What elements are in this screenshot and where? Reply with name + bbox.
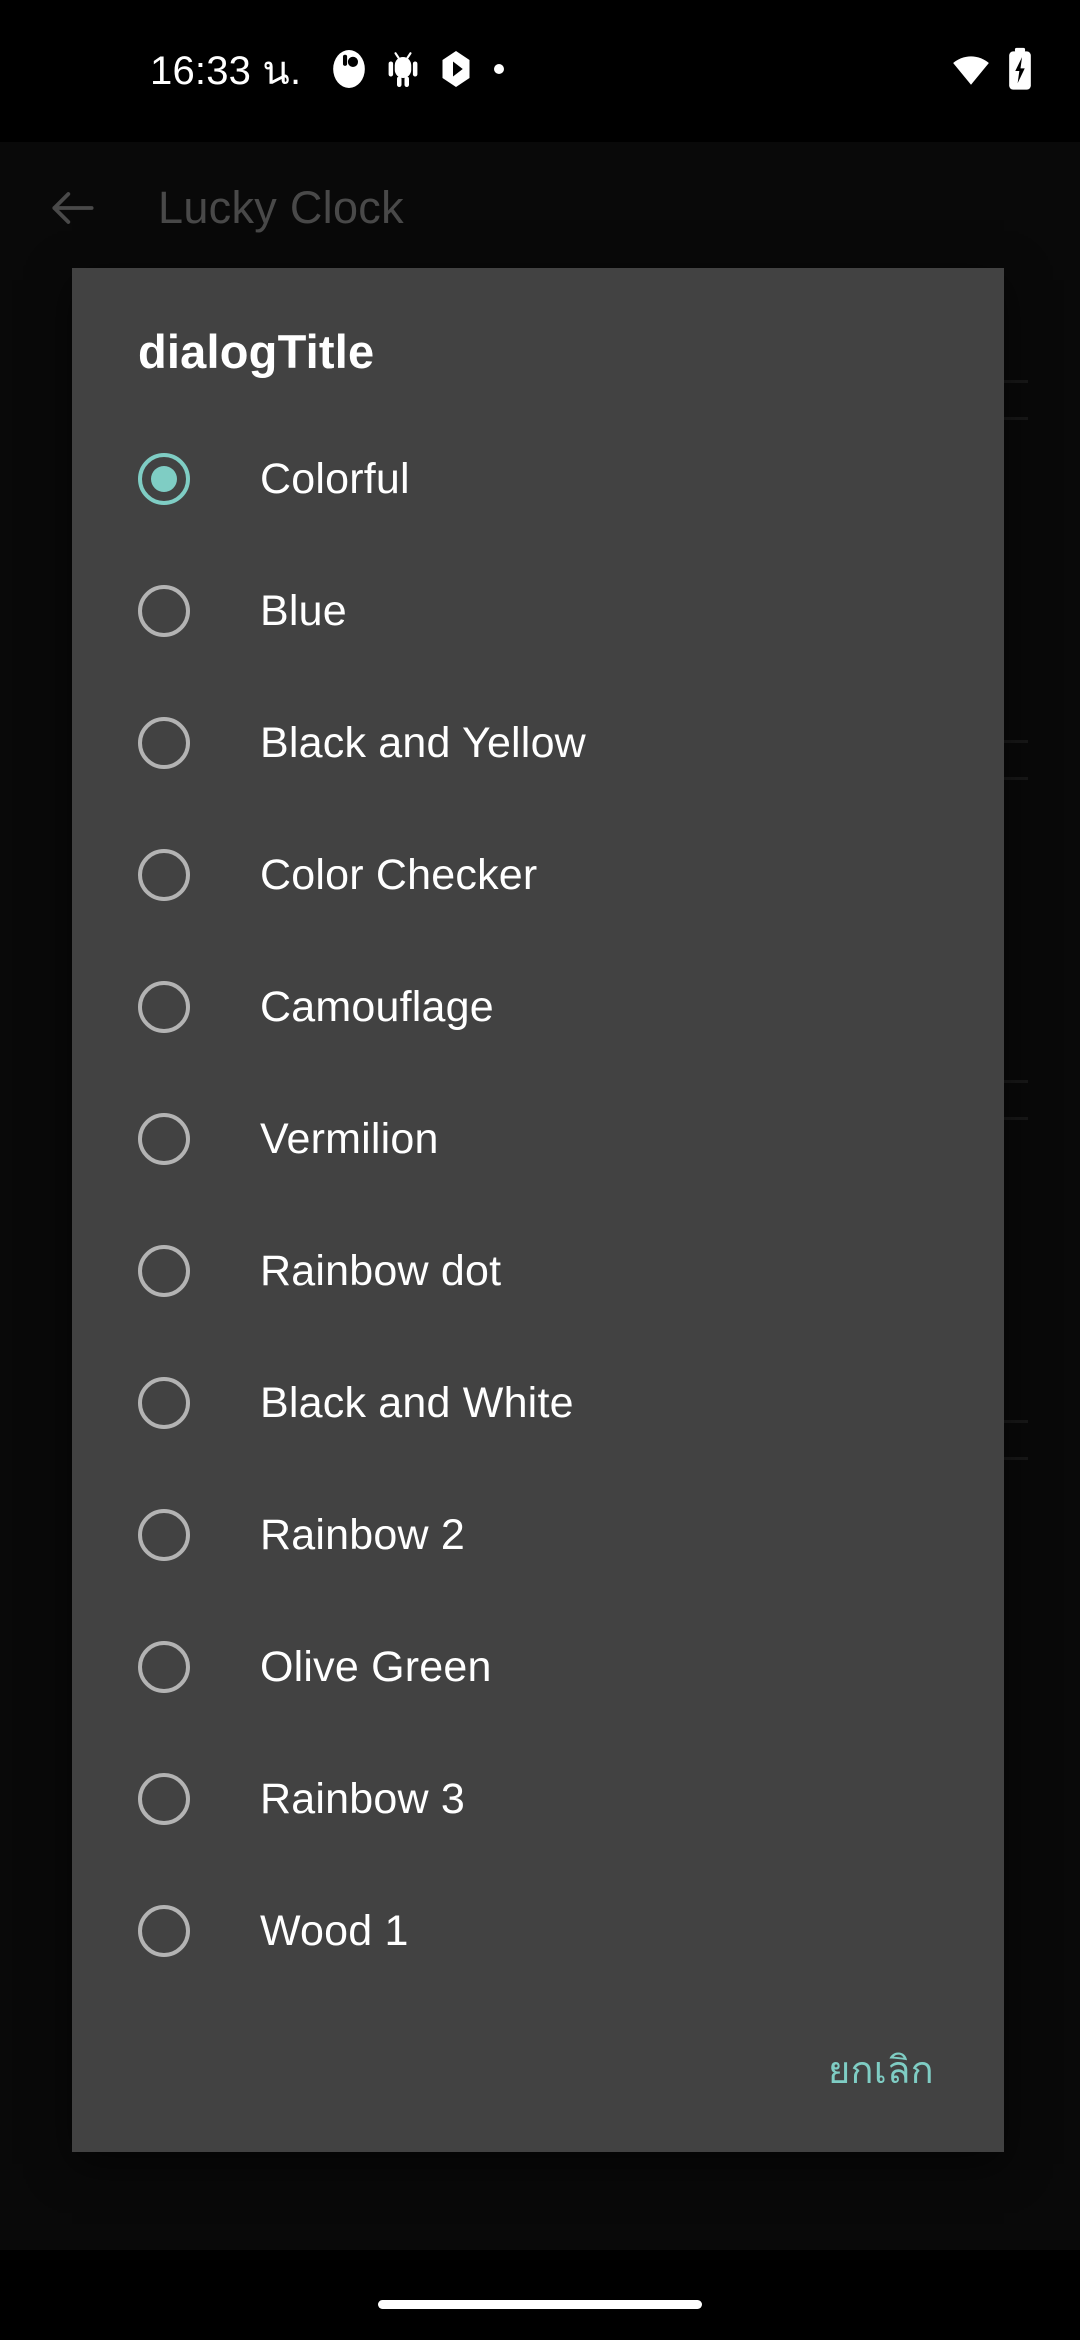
radio-option-rainbow-3[interactable]: Rainbow 3 — [72, 1733, 1004, 1865]
radio-option-camouflage[interactable]: Camouflage — [72, 941, 1004, 1073]
radio-button-icon[interactable] — [138, 1509, 190, 1561]
radio-option-rainbow-dot[interactable]: Rainbow dot — [72, 1205, 1004, 1337]
radio-button-icon[interactable] — [138, 1641, 190, 1693]
radio-option-colorful[interactable]: Colorful — [72, 413, 1004, 545]
theme-selection-dialog: dialogTitle Colorful Blue Black and Yell… — [72, 268, 1004, 2152]
radio-option-vermilion[interactable]: Vermilion — [72, 1073, 1004, 1205]
radio-button-icon[interactable] — [138, 981, 190, 1033]
radio-button-icon[interactable] — [138, 1245, 190, 1297]
radio-option-label: Blue — [260, 586, 347, 635]
notification-app-icon — [330, 48, 368, 95]
status-bar-left: 16:33 น. — [150, 47, 507, 96]
radio-option-black-and-white[interactable]: Black and White — [72, 1337, 1004, 1469]
radio-option-label: Black and White — [260, 1378, 574, 1427]
cancel-button[interactable]: ยกเลิก — [822, 2031, 940, 2108]
radio-button-icon[interactable] — [138, 717, 190, 769]
radio-button-icon[interactable] — [138, 1905, 190, 1957]
radio-button-icon[interactable] — [138, 1113, 190, 1165]
gesture-navigation-bar — [0, 2250, 1080, 2340]
radio-option-label: Color Checker — [260, 850, 538, 899]
radio-option-label: Wood 1 — [260, 1906, 409, 1955]
radio-option-label: Rainbow dot — [260, 1246, 502, 1295]
radio-option-blue[interactable]: Blue — [72, 545, 1004, 677]
notification-icons — [330, 47, 507, 96]
home-gesture-pill[interactable] — [378, 2299, 702, 2309]
radio-option-label: Black and Yellow — [260, 718, 586, 767]
radio-option-label: Vermilion — [260, 1114, 439, 1163]
android-robot-icon — [385, 47, 421, 96]
play-store-icon — [438, 48, 474, 95]
status-bar-right — [950, 47, 1034, 96]
dialog-action-bar: ยกเลิก — [72, 1997, 1004, 2152]
radio-button-icon[interactable] — [138, 585, 190, 637]
radio-button-icon[interactable] — [138, 453, 190, 505]
status-bar: 16:33 น. — [0, 0, 1080, 142]
radio-option-label: Camouflage — [260, 982, 494, 1031]
radio-option-color-checker[interactable]: Color Checker — [72, 809, 1004, 941]
radio-option-list: Colorful Blue Black and Yellow Color Che… — [72, 403, 1004, 1997]
radio-option-label: Colorful — [260, 454, 410, 503]
radio-button-icon[interactable] — [138, 1773, 190, 1825]
radio-option-rainbow-2[interactable]: Rainbow 2 — [72, 1469, 1004, 1601]
radio-option-label: Rainbow 2 — [260, 1510, 465, 1559]
wifi-icon — [950, 48, 992, 95]
radio-option-black-and-yellow[interactable]: Black and Yellow — [72, 677, 1004, 809]
dialog-title: dialogTitle — [138, 325, 375, 378]
radio-option-label: Rainbow 3 — [260, 1774, 465, 1823]
radio-option-wood-1[interactable]: Wood 1 — [72, 1865, 1004, 1997]
radio-button-icon[interactable] — [138, 849, 190, 901]
radio-option-olive-green[interactable]: Olive Green — [72, 1601, 1004, 1733]
dot-icon — [491, 61, 507, 82]
radio-option-label: Olive Green — [260, 1642, 492, 1691]
radio-button-icon[interactable] — [138, 1377, 190, 1429]
status-bar-clock: 16:33 น. — [150, 49, 302, 93]
battery-charging-icon — [1006, 47, 1034, 96]
